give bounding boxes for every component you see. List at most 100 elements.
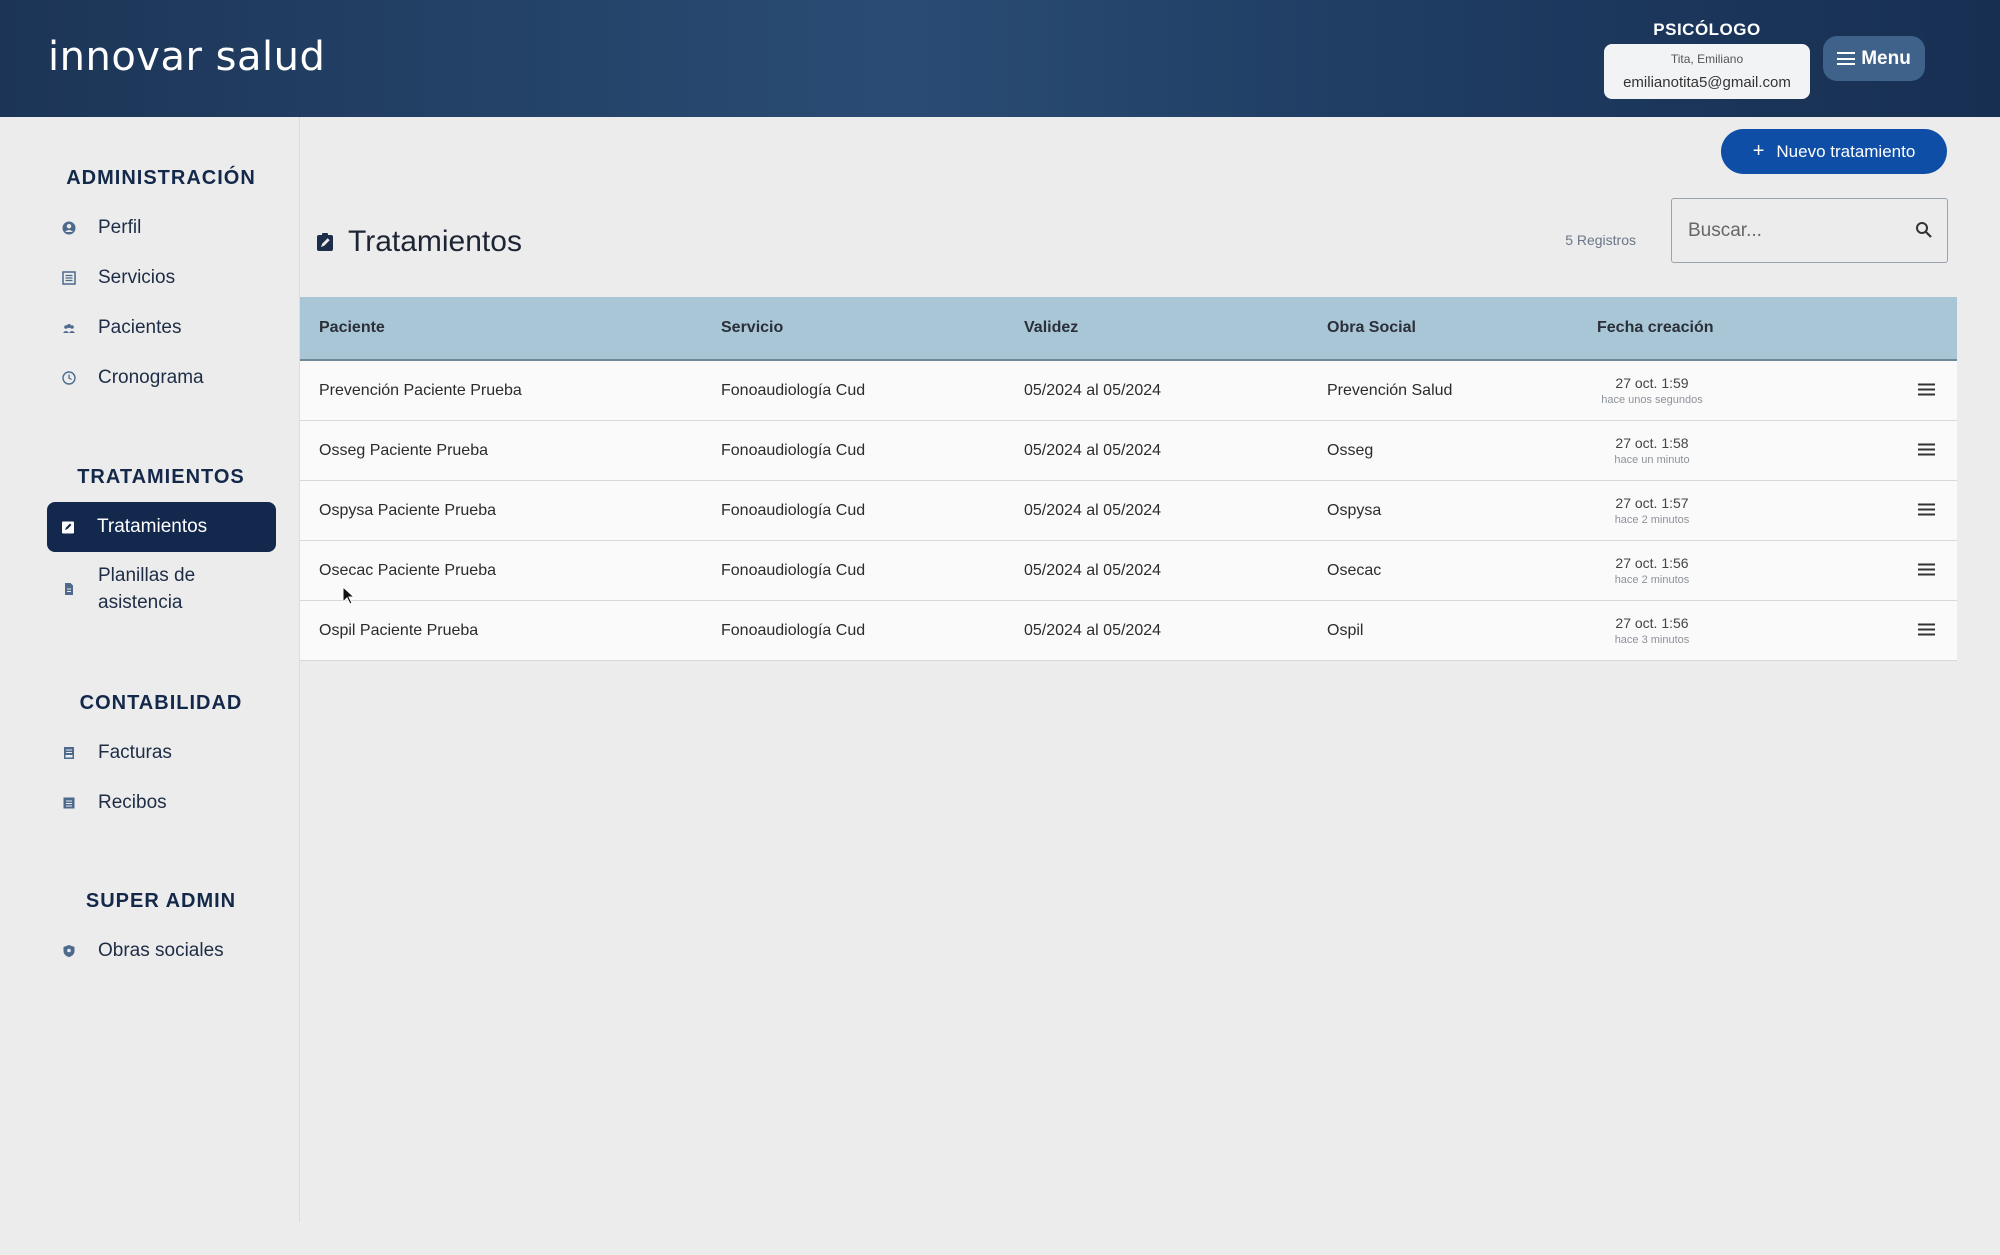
search-input[interactable] xyxy=(1688,199,1908,262)
invoice-icon xyxy=(64,747,74,759)
table-row[interactable]: Ospil Paciente Prueba Fonoaudiología Cud… xyxy=(300,601,1957,661)
cell-paciente: Prevención Paciente Prueba xyxy=(319,381,522,399)
section-title-tratamientos: TRATAMIENTOS xyxy=(77,466,245,488)
cell-paciente: Osseg Paciente Prueba xyxy=(319,441,488,459)
sidebar-item-label: Servicios xyxy=(98,267,176,288)
cell-fecha: 27 oct. 1:58 hace un minuto xyxy=(1597,435,1707,466)
table-row[interactable]: Osecac Paciente Prueba Fonoaudiología Cu… xyxy=(300,541,1957,601)
sidebar-item-servicios[interactable]: Servicios xyxy=(48,253,276,303)
cell-obra-social: Ospysa xyxy=(1327,501,1382,519)
sidebar-item-label: Obras sociales xyxy=(98,940,224,961)
page-title: Tratamientos xyxy=(348,225,522,258)
user-name: Tita, Emiliano xyxy=(1670,52,1744,66)
sidebar-item-facturas[interactable]: Facturas xyxy=(48,728,276,778)
cell-validez: 05/2024 al 05/2024 xyxy=(1024,621,1162,639)
menu-button[interactable]: Menu xyxy=(1823,36,1925,81)
receipt-icon xyxy=(63,797,75,809)
sidebar-item-pacientes[interactable]: Pacientes xyxy=(48,303,276,353)
section-title-administracion: ADMINISTRACIÓN xyxy=(66,167,256,189)
user-role: PSICÓLOGO xyxy=(1653,20,1761,39)
cell-validez: 05/2024 al 05/2024 xyxy=(1024,441,1162,459)
cell-obra-social: Ospil xyxy=(1327,621,1364,639)
cell-obra-social: Prevención Salud xyxy=(1327,381,1453,399)
new-treatment-button[interactable]: + Nuevo tratamiento xyxy=(1721,129,1947,174)
app-logo[interactable]: innovar salud xyxy=(48,34,325,80)
date-value: 27 oct. 1:59 xyxy=(1615,375,1689,391)
cell-obra-social: Osseg xyxy=(1327,441,1374,459)
plus-icon: + xyxy=(1752,140,1765,162)
people-icon xyxy=(63,324,75,333)
sidebar-item-label: Recibos xyxy=(98,792,167,813)
section-title-super-admin: SUPER ADMIN xyxy=(85,890,237,912)
cell-fecha: 27 oct. 1:56 hace 3 minutos xyxy=(1597,615,1707,646)
hamburger-icon xyxy=(1837,52,1856,65)
date-value: 27 oct. 1:58 xyxy=(1615,435,1689,451)
date-value: 27 oct. 1:56 xyxy=(1615,615,1689,631)
clipboard-edit-icon xyxy=(62,521,74,534)
clock-icon xyxy=(62,371,76,385)
cell-paciente: Osecac Paciente Prueba xyxy=(319,561,496,579)
column-header-validez[interactable]: Validez xyxy=(1024,319,1078,337)
cell-servicio: Fonoaudiología Cud xyxy=(721,561,866,579)
date-relative: hace un minuto xyxy=(1614,454,1690,466)
clipboard-edit-icon xyxy=(317,233,333,251)
sidebar-item-perfil[interactable]: Perfil xyxy=(48,203,276,253)
menu-button-label: Menu xyxy=(1861,47,1911,69)
cell-paciente: Ospil Paciente Prueba xyxy=(319,621,479,639)
table-row[interactable]: Osseg Paciente Prueba Fonoaudiología Cud… xyxy=(300,421,1957,481)
date-relative: hace 3 minutos xyxy=(1614,634,1690,646)
cell-servicio: Fonoaudiología Cud xyxy=(721,381,866,399)
row-menu-icon[interactable] xyxy=(1918,443,1935,456)
table-row[interactable]: Prevención Paciente Prueba Fonoaudiologí… xyxy=(300,361,1957,421)
cell-fecha: 27 oct. 1:56 hace 2 minutos xyxy=(1597,555,1707,586)
user-circle-icon xyxy=(62,221,76,235)
search-icon[interactable] xyxy=(1915,221,1933,239)
cell-paciente: Ospysa Paciente Prueba xyxy=(319,501,496,519)
sidebar-item-obras-sociales[interactable]: Obras sociales xyxy=(48,926,276,976)
search-box[interactable] xyxy=(1671,198,1948,263)
section-title-contabilidad: CONTABILIDAD xyxy=(79,692,243,714)
column-header-servicio[interactable]: Servicio xyxy=(721,319,783,337)
row-menu-icon[interactable] xyxy=(1918,623,1935,636)
cell-servicio: Fonoaudiología Cud xyxy=(721,501,866,519)
cell-validez: 05/2024 al 05/2024 xyxy=(1024,381,1162,399)
sidebar: ADMINISTRACIÓN Perfil Servicios Paciente… xyxy=(0,117,300,1222)
cell-validez: 05/2024 al 05/2024 xyxy=(1024,501,1162,519)
column-header-paciente[interactable]: Paciente xyxy=(319,319,385,337)
row-menu-icon[interactable] xyxy=(1918,383,1935,396)
row-menu-icon[interactable] xyxy=(1918,563,1935,576)
document-icon xyxy=(65,583,73,595)
date-relative: hace unos segundos xyxy=(1601,394,1703,406)
column-header-fecha-creacion[interactable]: Fecha creación xyxy=(1597,319,1714,337)
table-row[interactable]: Ospysa Paciente Prueba Fonoaudiología Cu… xyxy=(300,481,1957,541)
records-count: 5 Registros xyxy=(1565,232,1636,248)
sidebar-item-planillas[interactable]: Planillas de asistencia xyxy=(48,558,276,620)
sidebar-item-cronograma[interactable]: Cronograma xyxy=(48,353,276,403)
mouse-cursor-icon xyxy=(342,586,356,605)
shield-icon xyxy=(63,945,75,957)
row-menu-icon[interactable] xyxy=(1918,503,1935,516)
treatments-table: Paciente Servicio Validez Obra Social Fe… xyxy=(300,297,1957,661)
user-email: emilianotita5@gmail.com xyxy=(1623,74,1791,91)
sidebar-item-label: Cronograma xyxy=(98,367,204,388)
column-header-obra-social[interactable]: Obra Social xyxy=(1327,319,1416,337)
user-card[interactable]: Tita, Emiliano emilianotita5@gmail.com xyxy=(1604,44,1810,99)
date-relative: hace 2 minutos xyxy=(1614,514,1690,526)
cell-servicio: Fonoaudiología Cud xyxy=(721,621,866,639)
table-header: Paciente Servicio Validez Obra Social Fe… xyxy=(300,297,1957,361)
sidebar-item-recibos[interactable]: Recibos xyxy=(48,778,276,828)
sidebar-item-label: Perfil xyxy=(98,217,142,238)
sidebar-item-label: Tratamientos xyxy=(97,516,208,537)
list-icon xyxy=(62,271,76,285)
sidebar-item-label: Planillas de asistencia xyxy=(98,565,196,613)
cell-fecha: 27 oct. 1:59 hace unos segundos xyxy=(1597,375,1707,406)
date-value: 27 oct. 1:56 xyxy=(1615,555,1689,571)
sidebar-item-label: Pacientes xyxy=(98,317,182,338)
sidebar-item-label: Facturas xyxy=(98,742,172,763)
sidebar-item-tratamientos[interactable]: Tratamientos xyxy=(47,502,276,552)
date-relative: hace 2 minutos xyxy=(1614,574,1690,586)
cell-servicio: Fonoaudiología Cud xyxy=(721,441,866,459)
date-value: 27 oct. 1:57 xyxy=(1615,495,1689,511)
page-header: Tratamientos xyxy=(316,225,522,259)
cell-validez: 05/2024 al 05/2024 xyxy=(1024,561,1162,579)
